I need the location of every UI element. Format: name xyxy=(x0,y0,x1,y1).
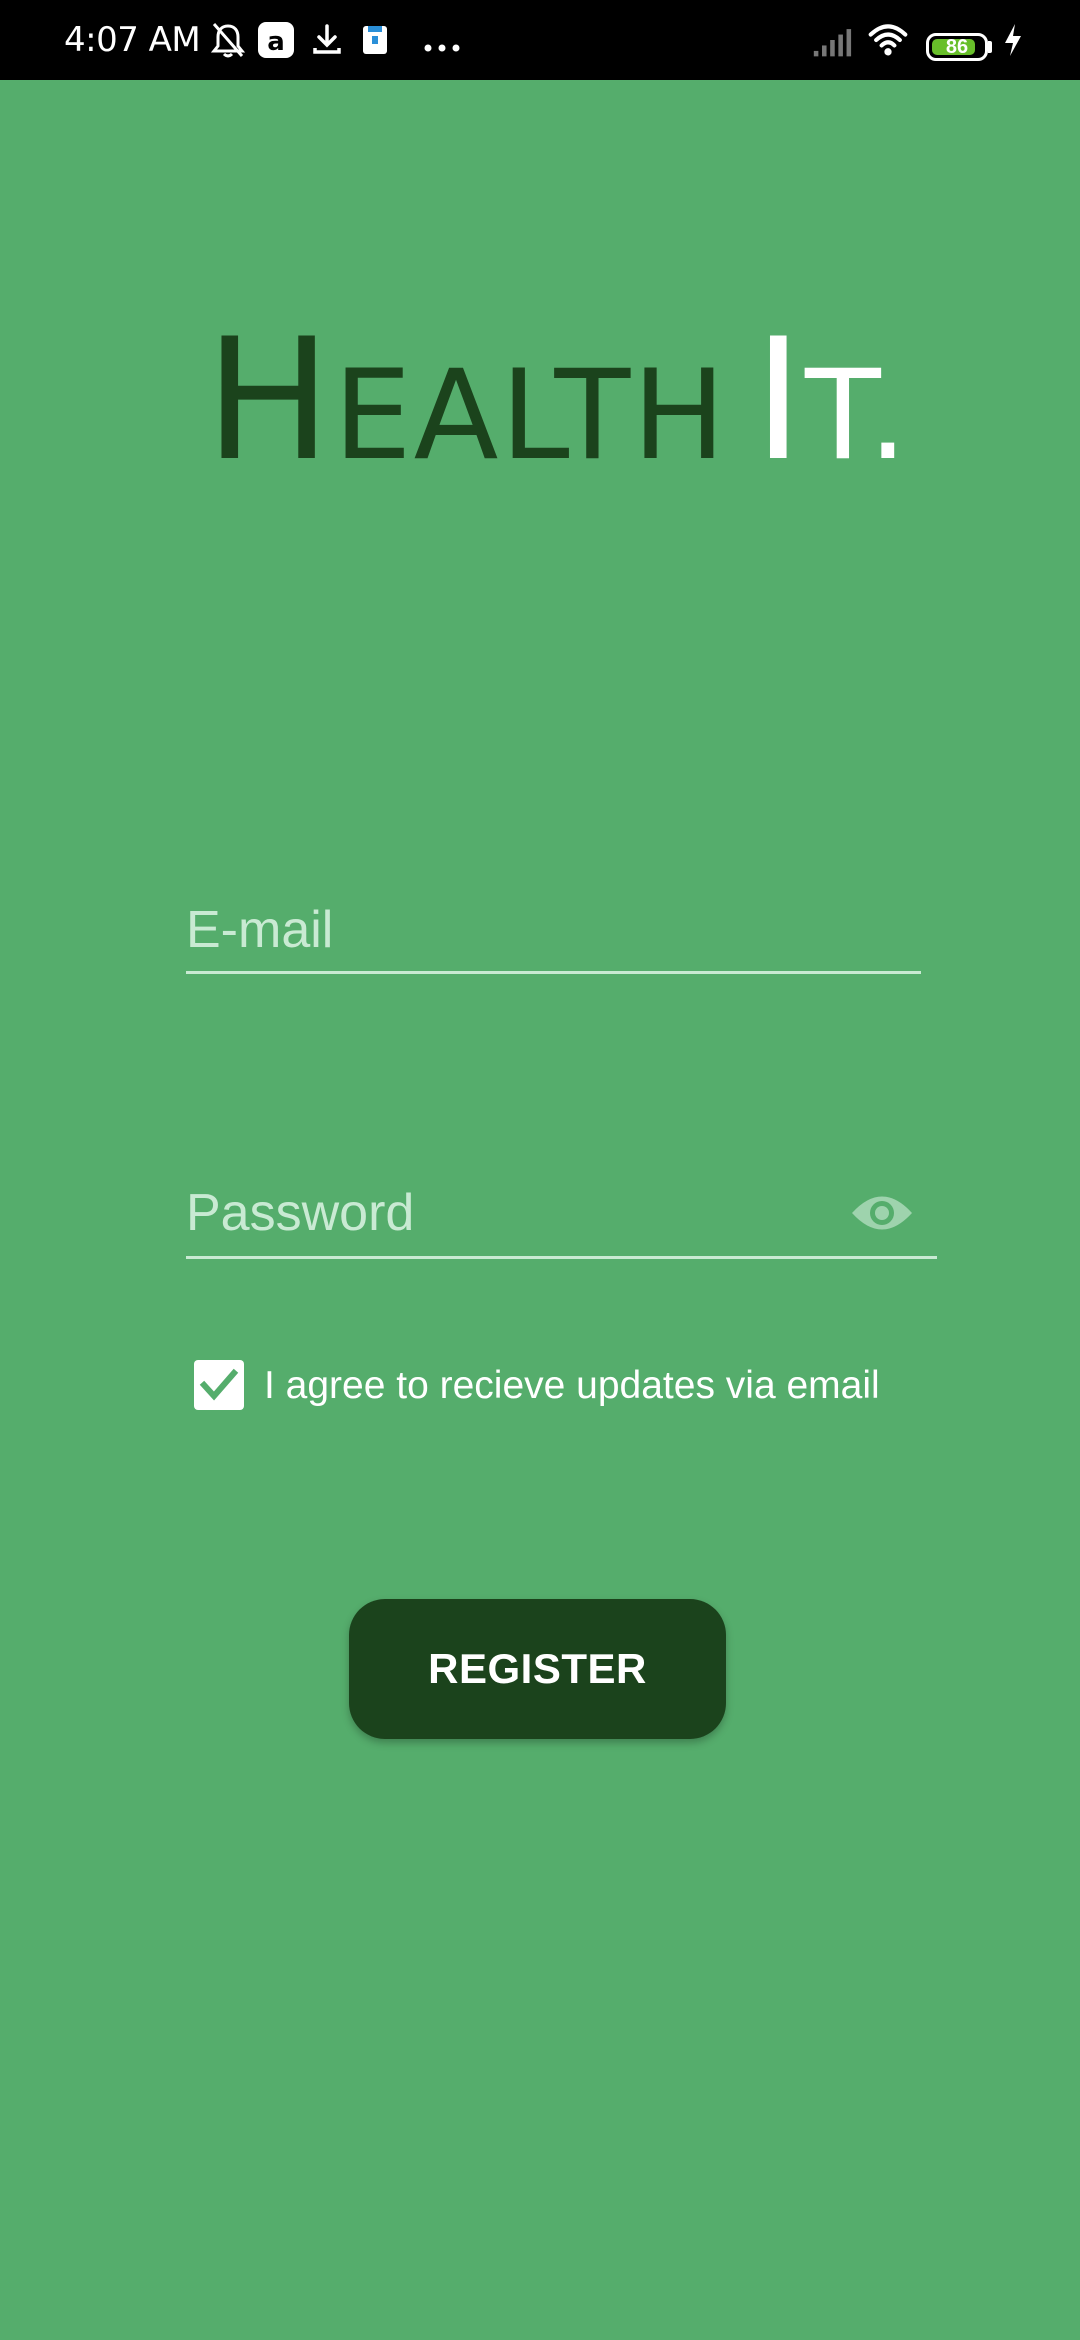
agree-updates-checkbox[interactable] xyxy=(194,1360,244,1410)
clipboard-icon xyxy=(363,26,387,54)
eye-icon[interactable] xyxy=(850,1188,914,1238)
logo-it-rest: T. xyxy=(805,344,910,488)
logo-it: IT. xyxy=(754,316,910,486)
amazon-icon: a xyxy=(258,22,294,58)
signal-icon xyxy=(813,29,852,57)
svg-text:a: a xyxy=(267,27,285,57)
battery-tip xyxy=(988,41,992,53)
agree-updates-row: I agree to recieve updates via email xyxy=(194,1358,954,1414)
wifi-icon xyxy=(868,24,908,56)
battery-icon: 86 xyxy=(926,33,988,61)
password-field-container xyxy=(186,1178,937,1260)
password-field[interactable] xyxy=(186,1178,826,1248)
status-bar: 4:07 AM a 86 xyxy=(0,0,1080,80)
logo-health-rest: EALTH xyxy=(333,344,728,488)
battery-level: 86 xyxy=(945,36,969,58)
logo-health-initial: H xyxy=(205,302,334,498)
bell-off-icon xyxy=(210,23,246,58)
register-button[interactable]: REGISTER xyxy=(349,1599,726,1739)
agree-updates-label: I agree to recieve updates via email xyxy=(264,1364,880,1407)
email-field[interactable] xyxy=(186,895,921,965)
download-icon xyxy=(313,24,341,54)
password-field-underline xyxy=(186,1256,937,1259)
more-icon xyxy=(424,44,460,52)
app-logo: HEALTH IT. xyxy=(205,316,910,486)
email-field-container xyxy=(186,895,921,975)
checkmark-icon xyxy=(199,1368,239,1401)
email-field-underline xyxy=(186,971,921,974)
charging-icon xyxy=(1005,24,1021,56)
status-time: 4:07 AM xyxy=(64,20,201,60)
logo-it-initial: I xyxy=(753,302,806,498)
logo-health: HEALTH xyxy=(205,316,728,486)
